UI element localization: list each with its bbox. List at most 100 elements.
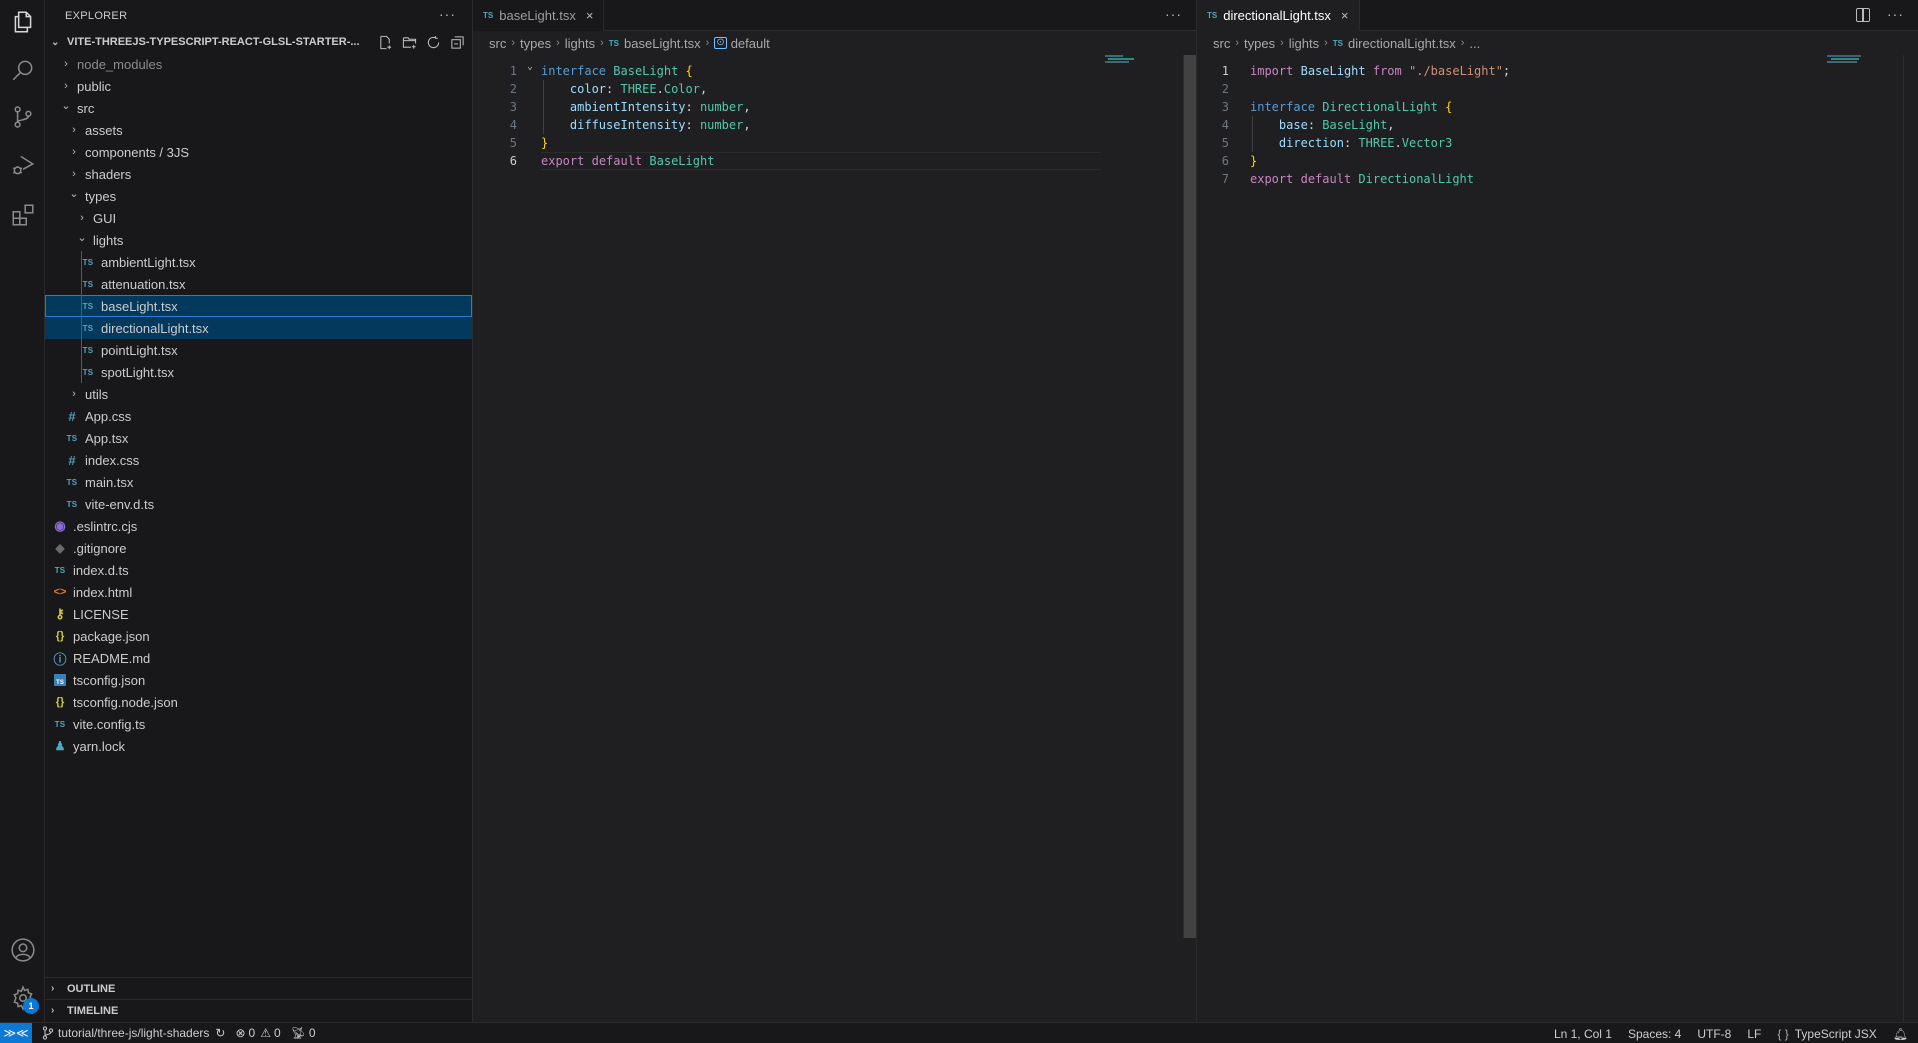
- breadcrumb-item[interactable]: types: [520, 36, 551, 51]
- tree-folder[interactable]: › shaders: [45, 163, 472, 185]
- tree-file[interactable]: TS vite.config.ts: [45, 713, 472, 735]
- branch-indicator[interactable]: tutorial/three-js/light-shaders ↻: [42, 1026, 225, 1040]
- tree-folder[interactable]: › GUI: [45, 207, 472, 229]
- split-editor-icon[interactable]: [1856, 8, 1870, 22]
- encoding[interactable]: UTF-8: [1697, 1027, 1731, 1041]
- code-editor[interactable]: 1 ⌄ interface BaseLight {2 color: THREE.Co…: [487, 55, 1196, 170]
- tree-item-label: ambientLight.tsx: [101, 254, 196, 270]
- tree-folder[interactable]: › utils: [45, 383, 472, 405]
- outline-section[interactable]: › OUTLINE: [45, 977, 473, 999]
- breadcrumb-item[interactable]: src: [1213, 36, 1230, 51]
- new-folder-icon[interactable]: [400, 33, 418, 51]
- scrollbar[interactable]: [1903, 55, 1916, 1022]
- settings-gear-icon[interactable]: 1: [0, 978, 45, 1018]
- tree-file[interactable]: TS pointLight.tsx: [45, 339, 472, 361]
- close-icon[interactable]: ×: [1341, 8, 1349, 23]
- cursor-position[interactable]: Ln 1, Col 1: [1554, 1027, 1612, 1041]
- editor-more-button[interactable]: ···: [1165, 6, 1182, 22]
- tree-file[interactable]: TS ambientLight.tsx: [45, 251, 472, 273]
- tree-file[interactable]: TS tsconfig.json: [45, 669, 472, 691]
- explorer-more-button[interactable]: ···: [439, 6, 456, 22]
- end-of-line[interactable]: LF: [1747, 1027, 1761, 1041]
- tree-file[interactable]: ⚷ LICENSE: [45, 603, 472, 625]
- breadcrumb-item[interactable]: lights: [565, 36, 595, 51]
- code-token: {: [1445, 100, 1453, 114]
- new-file-icon[interactable]: [376, 33, 394, 51]
- breadcrumb-item[interactable]: types: [1244, 36, 1275, 51]
- extensions-icon[interactable]: [0, 195, 45, 235]
- yarn-file-icon: ♟: [54, 739, 66, 753]
- search-icon[interactable]: [0, 50, 45, 90]
- fold-chevron-icon[interactable]: ⌄: [527, 58, 533, 76]
- tree-folder[interactable]: ⌄ types: [45, 185, 472, 207]
- tab-label: baseLight.tsx: [499, 8, 576, 23]
- minimap[interactable]: [1827, 55, 1867, 69]
- tree-folder[interactable]: › public: [45, 75, 472, 97]
- language-mode[interactable]: { } TypeScript JSX: [1777, 1027, 1876, 1041]
- tree-file[interactable]: {} tsconfig.node.json: [45, 691, 472, 713]
- tree-folder[interactable]: ⌄ lights: [45, 229, 472, 251]
- tree-folder[interactable]: › node_modules: [45, 53, 472, 75]
- notifications-icon[interactable]: 🔔︎: [1893, 1027, 1908, 1041]
- tree-file[interactable]: TS vite-env.d.ts: [45, 493, 472, 515]
- tree-file[interactable]: TS App.tsx: [45, 427, 472, 449]
- line-number: 4: [509, 118, 517, 132]
- tree-file[interactable]: <> index.html: [45, 581, 472, 603]
- tree-file[interactable]: TS baseLight.tsx: [45, 295, 472, 317]
- scrollbar[interactable]: [1183, 55, 1196, 938]
- timeline-section[interactable]: › TIMELINE: [45, 999, 473, 1021]
- tree-file[interactable]: ◆ .gitignore: [45, 537, 472, 559]
- sync-icon[interactable]: ↻: [215, 1026, 225, 1040]
- code-token: THREE: [1358, 136, 1395, 150]
- tree-file[interactable]: TS spotLight.tsx: [45, 361, 472, 383]
- tree-file[interactable]: TS index.d.ts: [45, 559, 472, 581]
- minimap[interactable]: [1105, 55, 1145, 69]
- tree-file[interactable]: TS directionalLight.tsx: [45, 317, 472, 339]
- tab-directionallight[interactable]: TS directionalLight.tsx ×: [1197, 0, 1360, 31]
- tree-folder[interactable]: ⌄ src: [45, 97, 472, 119]
- tree-file[interactable]: TS main.tsx: [45, 471, 472, 493]
- problems-indicator[interactable]: ⊗ 0 ⚠ 0: [235, 1026, 280, 1040]
- tree-item-label: attenuation.tsx: [101, 276, 186, 292]
- breadcrumb-item[interactable]: baseLight.tsx: [624, 36, 701, 51]
- scrollbar-thumb[interactable]: [1184, 55, 1196, 938]
- account-icon[interactable]: [0, 930, 45, 970]
- breadcrumb-item[interactable]: src: [489, 36, 506, 51]
- refresh-icon[interactable]: [424, 33, 442, 51]
- tree-item-label: yarn.lock: [73, 738, 126, 754]
- collapse-all-icon[interactable]: [448, 33, 466, 51]
- tree-file[interactable]: ◉ .eslintrc.cjs: [45, 515, 472, 537]
- code-token: import: [1250, 64, 1294, 78]
- git-file-icon: ◆: [55, 541, 65, 555]
- source-control-icon[interactable]: [0, 97, 45, 137]
- run-debug-icon[interactable]: [0, 145, 45, 185]
- workspace-root[interactable]: ⌄ VITE-THREEJS-TYPESCRIPT-REACT-GLSL-STA…: [45, 31, 472, 53]
- breadcrumb-item[interactable]: ...: [1469, 36, 1480, 51]
- chevron-down-icon: ⌄: [69, 187, 79, 200]
- breadcrumb-item[interactable]: directionalLight.tsx: [1348, 36, 1456, 51]
- breadcrumb-item[interactable]: lights: [1289, 36, 1319, 51]
- tree-file[interactable]: ⓘ README.md: [45, 647, 472, 669]
- tree-file[interactable]: # App.css: [45, 405, 472, 427]
- tree-file[interactable]: {} package.json: [45, 625, 472, 647]
- tree-file[interactable]: ♟ yarn.lock: [45, 735, 472, 757]
- ports-indicator[interactable]: 📡︎ 0: [291, 1026, 316, 1040]
- typescript-file-icon: TS: [66, 499, 78, 509]
- remote-indicator[interactable]: ≫≪: [0, 1022, 32, 1043]
- breadcrumb-item[interactable]: default: [731, 36, 770, 51]
- tree-folder[interactable]: › assets: [45, 119, 472, 141]
- indentation[interactable]: Spaces: 4: [1628, 1027, 1681, 1041]
- code-text: interface DirectionalLight {: [1250, 98, 1452, 116]
- tree-file[interactable]: TS attenuation.tsx: [45, 273, 472, 295]
- editor-more-button[interactable]: ···: [1887, 6, 1904, 22]
- tab-baselight[interactable]: TS baseLight.tsx ×: [473, 0, 605, 31]
- language-label: TypeScript JSX: [1794, 1026, 1877, 1041]
- tree-file[interactable]: # index.css: [45, 449, 472, 471]
- tree-folder[interactable]: › components / 3JS: [45, 141, 472, 163]
- explorer-icon[interactable]: [0, 2, 45, 42]
- close-icon[interactable]: ×: [586, 8, 594, 23]
- code-editor[interactable]: 1 import BaseLight from "./baseLight"; 2 3 i…: [1199, 55, 1918, 188]
- ports-count: 0: [308, 1026, 316, 1040]
